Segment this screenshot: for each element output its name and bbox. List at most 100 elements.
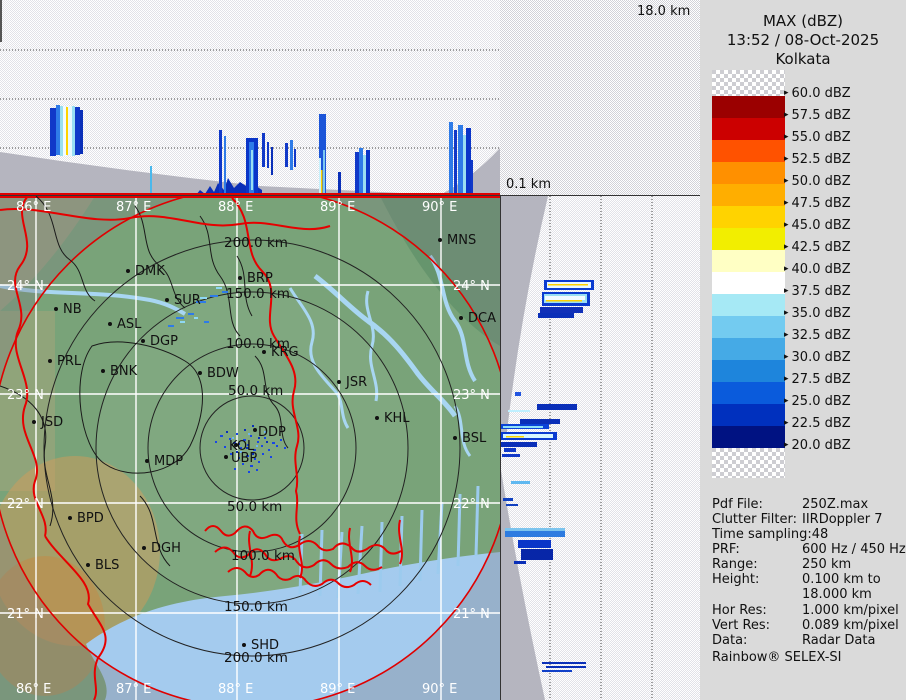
scale-band [712,426,785,448]
tick-arrow-icon: ▸ [784,110,789,120]
tick-arrow-icon: ▸ [784,198,789,208]
svg-text:50.0 km: 50.0 km [227,499,282,515]
radar-site-name: Kolkata [775,50,831,68]
scale-band [712,228,785,250]
map-top-red-edge [0,196,500,198]
meta-value: Radar Data [802,633,876,648]
scale-label: 37.5 dBZ [791,283,851,299]
svg-text:DGH: DGH [151,541,181,556]
tick-arrow-icon: ▸ [784,132,789,142]
svg-text:JSR: JSR [345,375,367,390]
tick-arrow-icon: ▸ [784,176,789,186]
scale-label: 50.0 dBZ [791,173,851,189]
svg-text:BNK: BNK [110,364,138,379]
svg-text:JSD: JSD [40,415,63,430]
top-profile-plot [0,0,500,195]
origin-height-label: 0.1 km [506,177,551,192]
tick-arrow-icon: ▸ [784,220,789,230]
scale-band [712,382,785,404]
svg-text:DMK: DMK [135,264,165,279]
tick-arrow-icon: ▸ [784,352,789,362]
svg-text:24° N: 24° N [7,279,44,294]
scale-label: 30.0 dBZ [791,349,851,365]
meta-value: 0.089 km/pixel [802,618,899,633]
meta-key: PRF: [712,542,740,557]
scale-label: 42.5 dBZ [791,239,851,255]
scale-label: 20.0 dBZ [791,437,851,453]
product-timestamp: 13:52 / 08-Oct-2025 [726,31,880,49]
svg-text:23° N: 23° N [7,388,44,403]
tick-arrow-icon: ▸ [784,154,789,164]
svg-text:90° E: 90° E [422,682,457,697]
tick-arrow-icon: ▸ [784,418,789,428]
svg-text:MNS: MNS [447,233,476,248]
meta-key: Time sampling:48 [712,527,829,542]
meta-key: Clutter Filter: [712,512,797,527]
svg-text:DCA: DCA [468,311,496,326]
meta-value: 600 Hz / 450 Hz [802,542,906,557]
svg-text:89° E: 89° E [320,200,355,215]
svg-text:100.0 km: 100.0 km [231,548,295,564]
meta-value: 0.100 km to [802,572,881,587]
svg-text:BSL: BSL [462,431,487,446]
product-title: MAX (dBZ) [762,12,844,30]
scale-label: 22.5 dBZ [791,415,851,431]
scale-band [712,162,785,184]
tick-arrow-icon: ▸ [784,330,789,340]
svg-text:PRL: PRL [57,354,82,369]
scale-label: 47.5 dBZ [791,195,851,211]
svg-text:88° E: 88° E [218,200,253,215]
radar-map: MNS DMK BRP SUR NB ASL DGP PRL BNK BDW K… [0,187,513,700]
scale-band [712,294,785,316]
scale-band [712,250,785,272]
svg-text:50.0 km: 50.0 km [228,383,283,399]
tick-arrow-icon: ▸ [784,308,789,318]
scale-band [712,206,785,228]
svg-text:23° N: 23° N [453,388,490,403]
software-brand: Rainbow® SELEX-SI [712,650,842,665]
scale-label: 40.0 dBZ [791,261,851,277]
scale-band [712,338,785,360]
axis-tick [0,0,2,42]
svg-text:89° E: 89° E [320,682,355,697]
svg-text:UBP: UBP [231,451,257,466]
height-gridlines [549,196,653,700]
svg-text:88° E: 88° E [218,682,253,697]
scale-band [712,316,785,338]
meta-value: 18.000 km [802,587,872,602]
svg-text:87° E: 87° E [116,200,151,215]
scale-label: 32.5 dBZ [791,327,851,343]
svg-text:DGP: DGP [150,334,178,349]
svg-text:BLS: BLS [95,558,119,573]
svg-text:22° N: 22° N [453,497,490,512]
svg-text:DDP: DDP [258,425,286,440]
scale-band [712,404,785,426]
svg-text:100.0 km: 100.0 km [226,336,290,352]
svg-text:200.0 km: 200.0 km [224,650,288,666]
scale-band-below-min [712,448,785,478]
scale-label: 25.0 dBZ [791,393,851,409]
svg-text:BPD: BPD [77,511,104,526]
tick-arrow-icon: ▸ [784,242,789,252]
svg-text:BDW: BDW [207,366,239,381]
scale-band [712,360,785,382]
scale-band [712,118,785,140]
scale-label: 45.0 dBZ [791,217,851,233]
svg-text:BRP: BRP [247,271,273,286]
scale-band [712,272,785,294]
radar-map-panel: MNS DMK BRP SUR NB ASL DGP PRL BNK BDW K… [0,187,513,700]
scale-label: 35.0 dBZ [791,305,851,321]
meta-key: Hor Res: [712,603,767,618]
meta-key: Height: [712,572,760,587]
svg-text:86° E: 86° E [16,682,51,697]
tick-arrow-icon: ▸ [784,396,789,406]
svg-text:SUR: SUR [174,293,201,308]
legend-panel: MAX (dBZ) 13:52 / 08-Oct-2025 Kolkata ▸ 6… [700,0,906,700]
tick-arrow-icon: ▸ [784,88,789,98]
tick-arrow-icon: ▸ [784,264,789,274]
meta-value: IIRDoppler 7 [802,512,883,527]
scale-label: 57.5 dBZ [791,107,851,123]
svg-text:200.0 km: 200.0 km [224,235,288,251]
scale-label: 27.5 dBZ [791,371,851,387]
svg-text:ASL: ASL [117,317,142,332]
